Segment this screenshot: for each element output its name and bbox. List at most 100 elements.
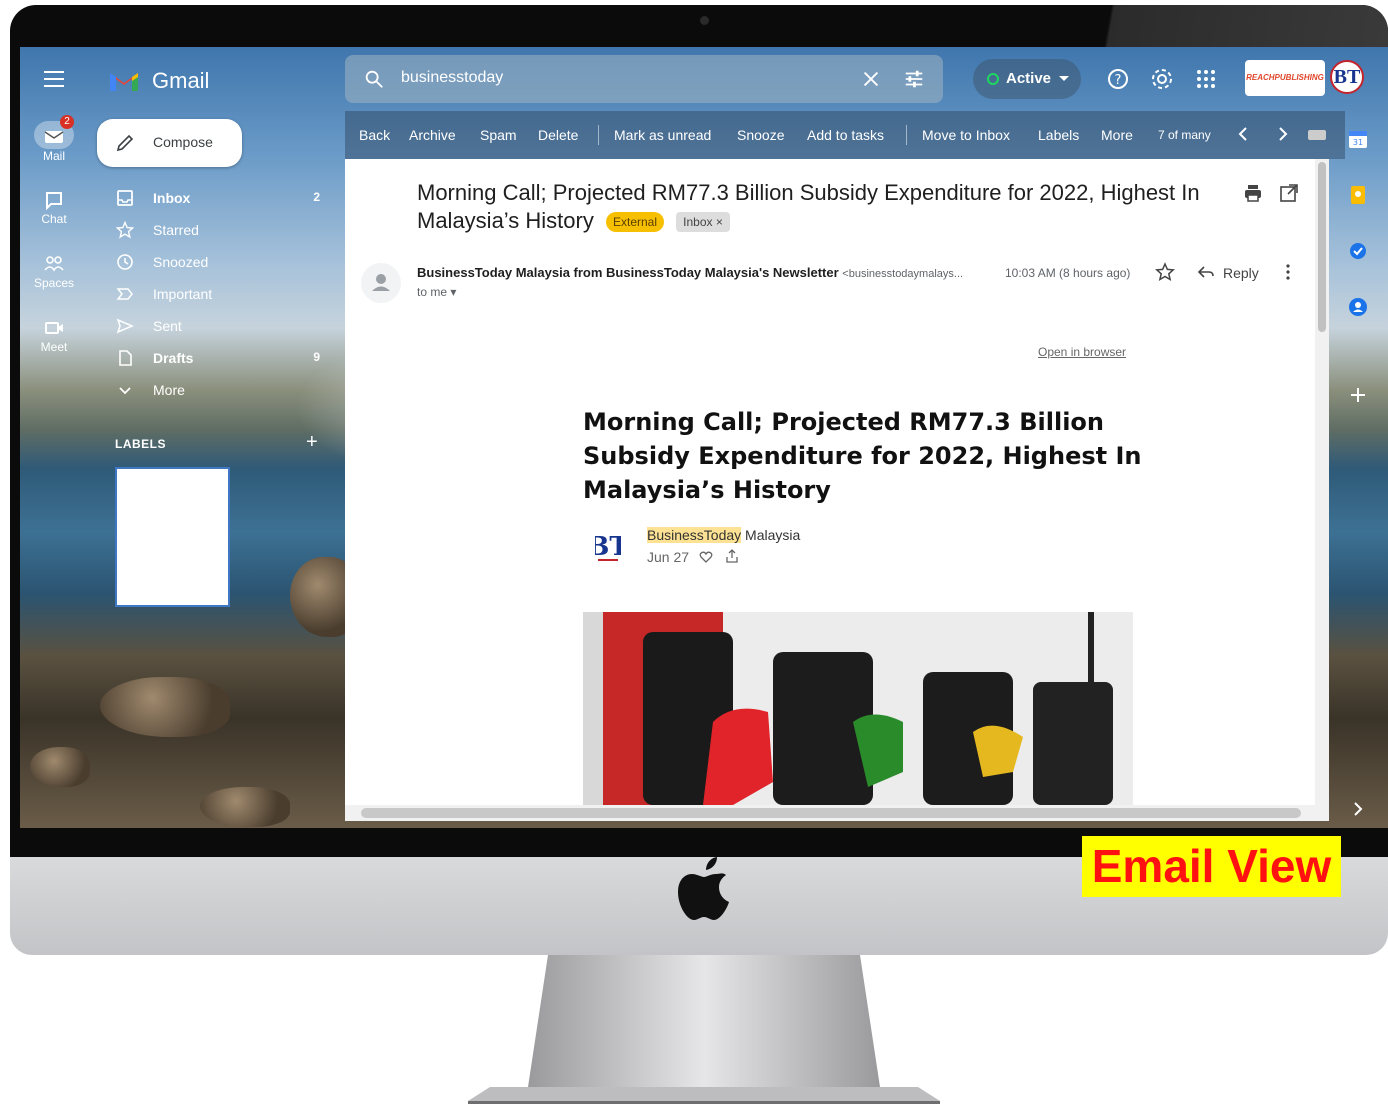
message-position-count: 7 of many [1158, 128, 1211, 142]
rail-meet[interactable]: Meet [20, 318, 88, 354]
chevron-down-icon [119, 387, 131, 395]
sidebar-item-snoozed[interactable]: Snoozed [98, 247, 330, 277]
screen: Gmail businesstoday Active ? REACHPUBLIS… [20, 47, 1388, 828]
rail-label: Spaces [33, 276, 75, 290]
sidebar-item-label: More [153, 382, 185, 398]
sidebar-item-starred[interactable]: Starred [98, 215, 330, 245]
help-icon[interactable]: ? [1106, 67, 1130, 91]
status-label: Active [1006, 70, 1052, 87]
compose-label: Compose [153, 134, 213, 150]
rail-spaces[interactable]: Spaces [20, 254, 88, 290]
email-subject-text: Morning Call; Projected RM77.3 Billion S… [417, 180, 1200, 233]
mail-icon [44, 131, 64, 143]
contacts-icon[interactable] [1348, 297, 1368, 317]
spaces-icon [44, 256, 64, 272]
expand-side-panel-icon[interactable] [1348, 799, 1368, 819]
archive-button[interactable]: Archive [409, 127, 456, 143]
recipient-dropdown[interactable]: to me ▾ [417, 285, 456, 299]
chat-icon [46, 192, 62, 210]
reply-button[interactable]: Reply [1223, 265, 1259, 281]
inbox-icon [117, 190, 133, 206]
main-menu-icon[interactable] [44, 71, 64, 87]
keyboard-icon[interactable] [1308, 130, 1326, 140]
sidebar-item-label: Snoozed [153, 254, 209, 270]
get-addons-icon[interactable] [1348, 385, 1368, 405]
reply-icon[interactable] [1197, 263, 1215, 281]
reading-pane: Morning Call; Projected RM77.3 Billion S… [345, 159, 1315, 805]
move-to-inbox-button[interactable]: Move to Inbox [922, 127, 1010, 143]
scenery-rock [100, 677, 230, 737]
sidebar-item-sent[interactable]: Sent [98, 311, 330, 341]
email-timestamp: 10:03 AM (8 hours ago) [1005, 266, 1131, 280]
clear-search-icon[interactable] [860, 68, 882, 90]
inbox-label-chip[interactable]: Inbox × [676, 212, 730, 233]
star-icon[interactable] [1155, 262, 1175, 282]
publisher-rest: Malaysia [741, 527, 801, 543]
scrollbar-thumb[interactable] [1318, 162, 1326, 332]
publisher-name[interactable]: BusinessToday Malaysia [647, 527, 800, 543]
apps-grid-icon[interactable] [1194, 67, 1218, 91]
spam-button[interactable]: Spam [480, 127, 517, 143]
article-title: Morning Call; Projected RM77.3 Billion S… [583, 408, 1142, 504]
gmail-wordmark: Gmail [152, 68, 210, 93]
scenery-rock [30, 747, 90, 787]
search-bar[interactable]: businesstoday [345, 55, 943, 103]
sidebar-item-label: Sent [153, 318, 182, 334]
search-input[interactable]: businesstoday [401, 69, 503, 87]
sidebar-item-inbox[interactable]: Inbox 2 [98, 183, 330, 213]
pencil-icon [116, 134, 134, 152]
search-options-icon[interactable] [903, 68, 925, 90]
rail-mail[interactable]: Mail [20, 127, 88, 163]
external-chip: External [605, 212, 665, 233]
scrollbar-thumb[interactable] [361, 808, 1301, 818]
organization-logo: REACHPUBLISHING [1245, 60, 1325, 96]
add-label-icon[interactable]: + [306, 431, 318, 454]
account-avatar[interactable]: BT [1330, 60, 1364, 94]
sidebar-item-label: Starred [153, 222, 199, 238]
bezel-gloss [1080, 5, 1388, 47]
recipient-label: to me [417, 285, 448, 299]
calendar-icon[interactable]: 31 [1348, 129, 1368, 149]
horizontal-scrollbar[interactable] [345, 805, 1329, 821]
email-subject: Morning Call; Projected RM77.3 Billion S… [417, 179, 1207, 235]
sidebar-item-label: Inbox [153, 190, 191, 206]
print-icon[interactable] [1243, 183, 1263, 203]
mark-unread-button[interactable]: Mark as unread [614, 127, 711, 143]
back-button[interactable]: Back [359, 127, 390, 143]
open-new-window-icon[interactable] [1279, 183, 1299, 203]
add-to-tasks-button[interactable]: Add to tasks [807, 127, 884, 143]
snooze-button[interactable]: Snooze [737, 127, 784, 143]
reading-pane-scrollbar[interactable] [1315, 159, 1329, 805]
sidebar-item-drafts[interactable]: Drafts 9 [98, 343, 330, 373]
clock-icon [117, 254, 133, 270]
sidebar-item-label: Drafts [153, 350, 194, 366]
search-icon[interactable] [363, 68, 385, 90]
caret-down-icon: ▾ [450, 285, 457, 299]
delete-button[interactable]: Delete [538, 127, 578, 143]
previous-message-icon[interactable] [1233, 124, 1253, 144]
rail-label: Chat [41, 212, 67, 226]
share-icon[interactable] [725, 549, 739, 563]
send-icon [116, 318, 134, 334]
settings-gear-icon[interactable] [1150, 67, 1174, 91]
next-message-icon[interactable] [1273, 124, 1293, 144]
camera-dot [700, 16, 709, 25]
sidebar-item-important[interactable]: Important [98, 279, 330, 309]
svg-text:31: 31 [1353, 138, 1363, 147]
tasks-icon[interactable] [1348, 241, 1368, 261]
toolbar-divider [906, 125, 907, 145]
labels-button[interactable]: Labels [1038, 127, 1079, 143]
compose-button[interactable]: Compose [97, 119, 242, 167]
keep-icon[interactable] [1348, 185, 1368, 205]
labels-heading: LABELS [115, 437, 166, 451]
more-vert-icon[interactable] [1285, 263, 1291, 281]
open-in-browser-link[interactable]: Open in browser [1038, 345, 1126, 359]
status-dropdown[interactable]: Active [973, 59, 1081, 99]
rail-label: Meet [40, 340, 68, 354]
sender-name[interactable]: BusinessToday Malaysia from BusinessToda… [417, 265, 839, 280]
heart-icon[interactable] [699, 550, 713, 564]
meet-icon [45, 322, 63, 334]
sidebar-item-more[interactable]: More [98, 375, 330, 405]
more-button[interactable]: More [1101, 127, 1133, 143]
rail-chat[interactable]: Chat [20, 190, 88, 226]
